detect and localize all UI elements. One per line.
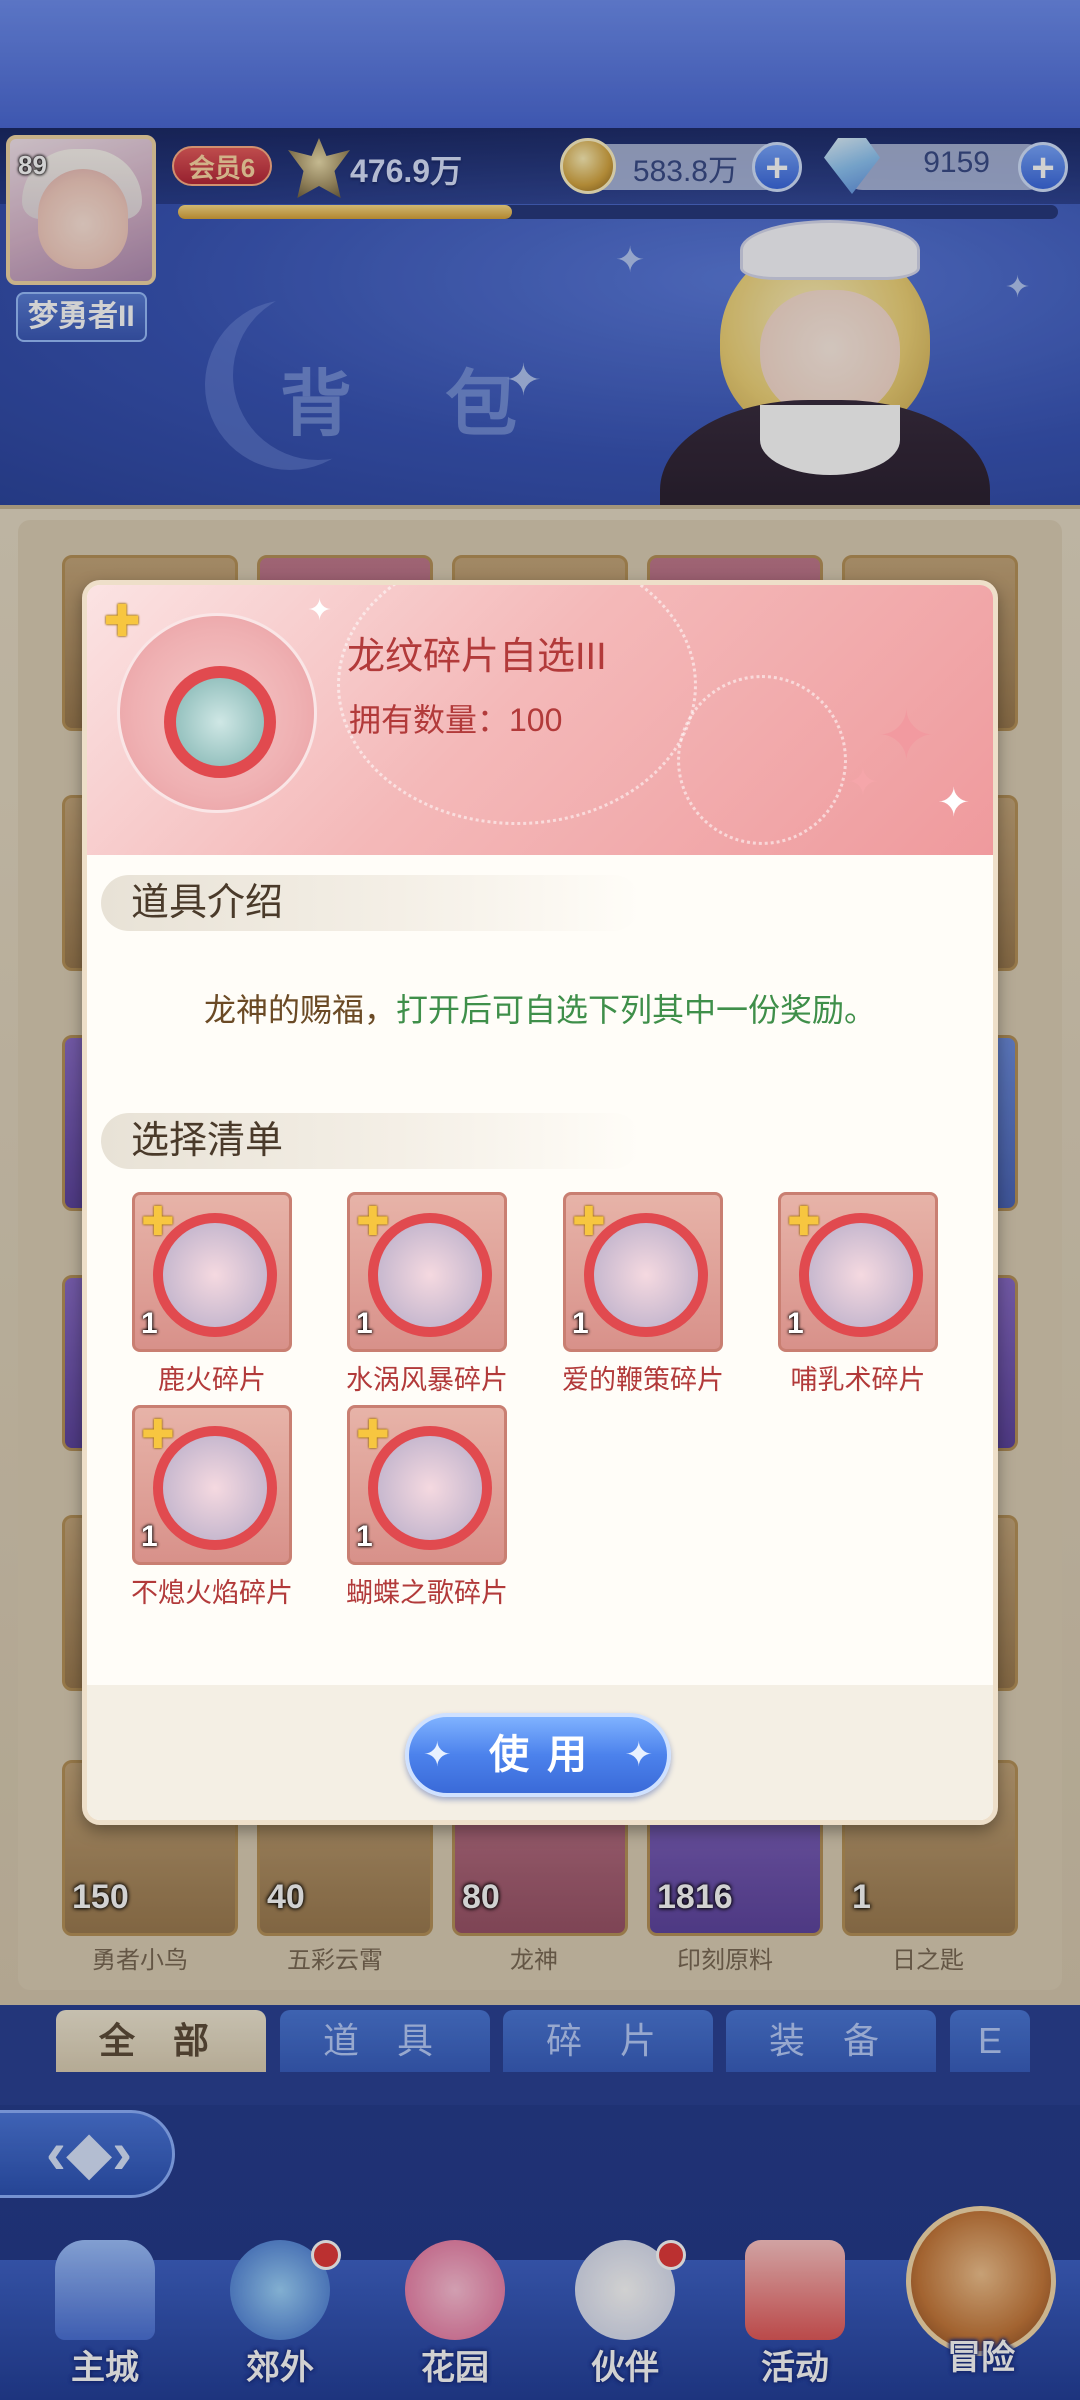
description-text: 龙神的赐福， bbox=[203, 992, 396, 1028]
description-highlight: 打开后可自选下列其中一份奖励。 bbox=[396, 992, 877, 1028]
puzzle-icon: ✚ bbox=[356, 1413, 390, 1457]
reward-option[interactable]: ✚ 1 蝴蝶之歌碎片 bbox=[346, 1405, 508, 1608]
reward-count: 1 bbox=[141, 1307, 158, 1340]
reward-option[interactable]: ✚ 1 不熄火焰碎片 bbox=[131, 1405, 293, 1608]
puzzle-icon: ✚ bbox=[103, 597, 141, 646]
dialog-header: ✦ ✦ ✦ ✦ ✚ 龙纹碎片自选III 拥有数量：100 bbox=[87, 585, 993, 855]
reward-option[interactable]: ✚ 1 水涡风暴碎片 bbox=[346, 1192, 508, 1395]
puzzle-icon: ✚ bbox=[141, 1200, 175, 1244]
item-name: 龙纹碎片自选III bbox=[347, 636, 607, 678]
reward-option[interactable]: ✚ 1 哺乳术碎片 bbox=[778, 1192, 938, 1395]
reward-name: 不熄火焰碎片 bbox=[131, 1578, 293, 1608]
reward-count: 1 bbox=[141, 1520, 158, 1553]
item-detail-dialog: ✦ ✦ ✦ ✦ ✚ 龙纹碎片自选III 拥有数量：100 道具介绍 龙神的赐福，… bbox=[82, 580, 998, 1825]
sparkle-icon: ✦ bbox=[937, 780, 971, 826]
use-button[interactable]: ✦ 使用 ✦ bbox=[405, 1713, 671, 1797]
section-header-list: 选择清单 bbox=[101, 1113, 641, 1169]
sparkle-icon: ✦ bbox=[847, 760, 879, 804]
reward-name: 鹿火碎片 bbox=[158, 1365, 266, 1395]
reward-count: 1 bbox=[572, 1307, 589, 1340]
section-header-intro: 道具介绍 bbox=[101, 875, 641, 931]
reward-count: 1 bbox=[356, 1520, 373, 1553]
puzzle-icon: ✚ bbox=[141, 1413, 175, 1457]
item-count: 拥有数量：100 bbox=[349, 702, 563, 738]
puzzle-icon: ✚ bbox=[356, 1200, 390, 1244]
reward-count: 1 bbox=[356, 1307, 373, 1340]
sparkle-icon: ✦ bbox=[307, 593, 333, 628]
reward-option[interactable]: ✚ 1 鹿火碎片 bbox=[132, 1192, 292, 1395]
reward-name: 蝴蝶之歌碎片 bbox=[346, 1578, 508, 1608]
puzzle-icon: ✚ bbox=[787, 1200, 821, 1244]
reward-name: 水涡风暴碎片 bbox=[346, 1365, 508, 1395]
reward-count: 1 bbox=[787, 1307, 804, 1340]
puzzle-icon: ✚ bbox=[572, 1200, 606, 1244]
reward-option[interactable]: ✚ 1 爱的鞭策碎片 bbox=[562, 1192, 724, 1395]
sparkle-icon: ✦ bbox=[877, 695, 936, 777]
reward-name: 哺乳术碎片 bbox=[790, 1365, 926, 1395]
item-description: 龙神的赐福，打开后可自选下列其中一份奖励。 bbox=[87, 985, 993, 1031]
sparkle-icon: ✦ bbox=[624, 1736, 654, 1774]
reward-name: 爱的鞭策碎片 bbox=[562, 1365, 724, 1395]
